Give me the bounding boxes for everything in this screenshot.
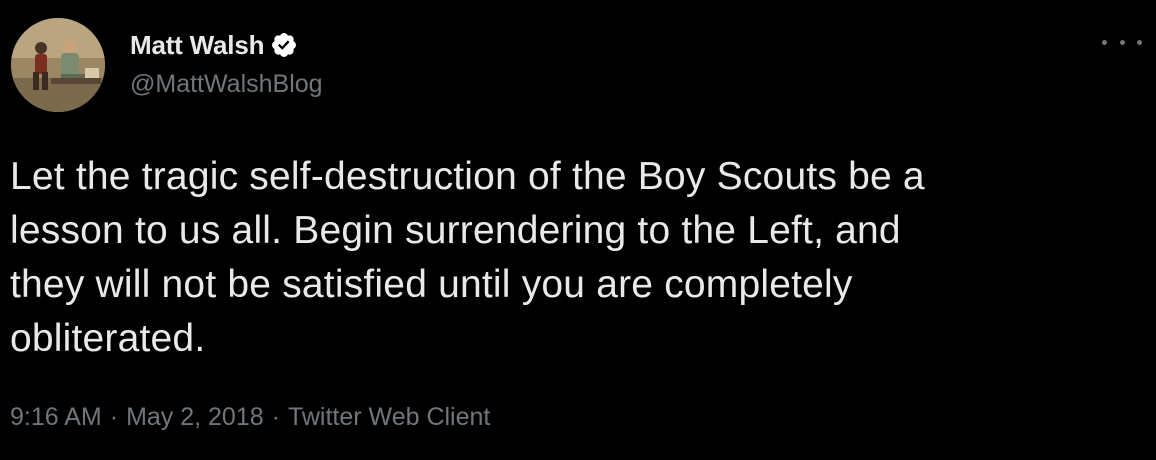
tweet-meta: 9:16 AM · May 2, 2018 · Twitter Web Clie… bbox=[10, 403, 490, 432]
verified-badge-icon bbox=[272, 33, 297, 57]
author-name-row[interactable]: Matt Walsh bbox=[130, 27, 298, 63]
tweet-client: Twitter Web Client bbox=[287, 403, 491, 431]
tweet-card: Matt Walsh @MattWalshBlog Let the tragic… bbox=[0, 0, 1156, 460]
more-dot bbox=[1137, 39, 1142, 45]
tweet-text: Let the tragic self-destruction of the B… bbox=[10, 155, 925, 360]
meta-separator: · bbox=[271, 403, 280, 431]
avatar[interactable] bbox=[11, 18, 105, 112]
more-horizontal-icon[interactable] bbox=[1102, 30, 1142, 54]
author-handle[interactable]: @MattWalshBlog bbox=[130, 70, 323, 99]
tweet-time[interactable]: 9:16 AM bbox=[10, 403, 102, 432]
more-dot bbox=[1102, 39, 1107, 45]
tweet-date[interactable]: May 2, 2018 bbox=[126, 403, 264, 432]
more-dot bbox=[1119, 39, 1125, 45]
meta-separator: · bbox=[109, 403, 119, 431]
avatar-photo bbox=[11, 18, 105, 112]
author-display-name[interactable]: Matt Walsh bbox=[130, 30, 264, 61]
